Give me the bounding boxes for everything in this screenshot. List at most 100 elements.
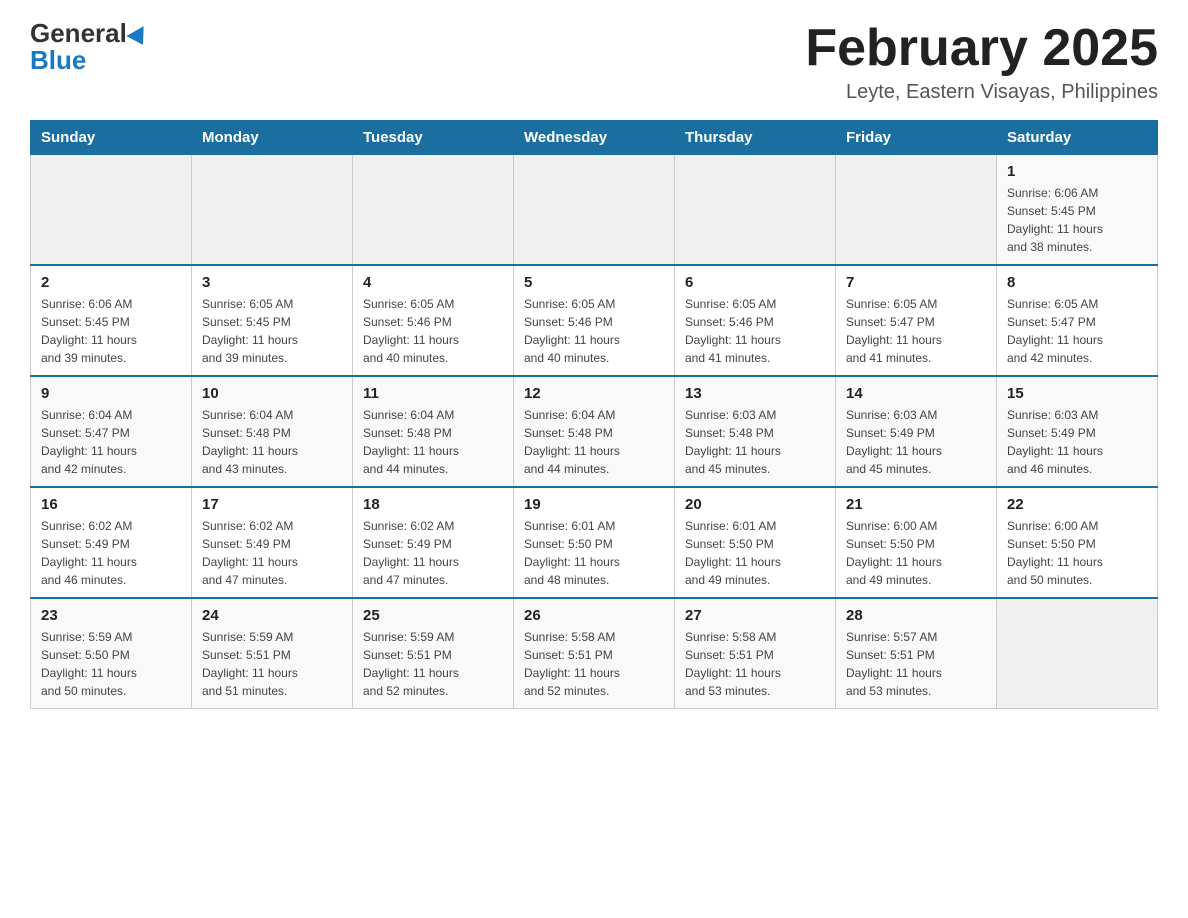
day-number: 8 — [1007, 274, 1147, 291]
day-info: Sunrise: 6:05 AM Sunset: 5:47 PM Dayligh… — [846, 295, 986, 367]
calendar-week-row: 2 Sunrise: 6:06 AM Sunset: 5:45 PM Daylig… — [31, 265, 1158, 376]
day-number: 9 — [41, 385, 181, 402]
calendar-cell: 17 Sunrise: 6:02 AM Sunset: 5:49 PM Dayli… — [192, 487, 353, 598]
day-number: 11 — [363, 385, 503, 402]
calendar-cell — [997, 598, 1158, 709]
calendar-cell: 4 Sunrise: 6:05 AM Sunset: 5:46 PM Daylig… — [353, 265, 514, 376]
day-number: 20 — [685, 496, 825, 513]
day-number: 5 — [524, 274, 664, 291]
day-info: Sunrise: 6:00 AM Sunset: 5:50 PM Dayligh… — [1007, 517, 1147, 589]
month-title: February 2025 — [805, 20, 1158, 77]
logo-triangle-icon — [126, 26, 151, 50]
calendar-cell: 6 Sunrise: 6:05 AM Sunset: 5:46 PM Daylig… — [675, 265, 836, 376]
day-info: Sunrise: 6:05 AM Sunset: 5:46 PM Dayligh… — [524, 295, 664, 367]
calendar-cell — [353, 155, 514, 266]
day-number: 25 — [363, 607, 503, 624]
calendar-cell: 24 Sunrise: 5:59 AM Sunset: 5:51 PM Dayli… — [192, 598, 353, 709]
day-info: Sunrise: 6:04 AM Sunset: 5:48 PM Dayligh… — [202, 406, 342, 478]
calendar-cell: 5 Sunrise: 6:05 AM Sunset: 5:46 PM Daylig… — [514, 265, 675, 376]
calendar-cell: 21Sunrise: 6:00 AM Sunset: 5:50 PM Dayli… — [836, 487, 997, 598]
calendar-cell: 16 Sunrise: 6:02 AM Sunset: 5:49 PM Dayli… — [31, 487, 192, 598]
calendar-cell: 12 Sunrise: 6:04 AM Sunset: 5:48 PM Dayli… — [514, 376, 675, 487]
calendar-cell: 14 Sunrise: 6:03 AM Sunset: 5:49 PM Dayli… — [836, 376, 997, 487]
day-number: 2 — [41, 274, 181, 291]
day-number: 16 — [41, 496, 181, 513]
day-info: Sunrise: 6:06 AM Sunset: 5:45 PM Dayligh… — [1007, 184, 1147, 256]
day-info: Sunrise: 6:02 AM Sunset: 5:49 PM Dayligh… — [41, 517, 181, 589]
day-number: 1 — [1007, 163, 1147, 180]
day-info: Sunrise: 6:05 AM Sunset: 5:46 PM Dayligh… — [363, 295, 503, 367]
day-number: 13 — [685, 385, 825, 402]
weekday-header-saturday: Saturday — [997, 121, 1158, 155]
day-info: Sunrise: 5:57 AM Sunset: 5:51 PM Dayligh… — [846, 628, 986, 700]
calendar-cell: 3 Sunrise: 6:05 AM Sunset: 5:45 PM Daylig… — [192, 265, 353, 376]
calendar-cell: 28 Sunrise: 5:57 AM Sunset: 5:51 PM Dayli… — [836, 598, 997, 709]
logo-blue-line: Blue — [30, 47, 86, 74]
day-number: 22 — [1007, 496, 1147, 513]
day-number: 12 — [524, 385, 664, 402]
logo-general-line: General — [30, 20, 149, 47]
calendar-week-row: 16 Sunrise: 6:02 AM Sunset: 5:49 PM Dayli… — [31, 487, 1158, 598]
day-info: Sunrise: 6:04 AM Sunset: 5:47 PM Dayligh… — [41, 406, 181, 478]
calendar-week-row: 9 Sunrise: 6:04 AM Sunset: 5:47 PM Daylig… — [31, 376, 1158, 487]
weekday-header-monday: Monday — [192, 121, 353, 155]
calendar-cell: 2 Sunrise: 6:06 AM Sunset: 5:45 PM Daylig… — [31, 265, 192, 376]
calendar-cell: 11Sunrise: 6:04 AM Sunset: 5:48 PM Dayli… — [353, 376, 514, 487]
day-info: Sunrise: 6:01 AM Sunset: 5:50 PM Dayligh… — [524, 517, 664, 589]
calendar-cell: 19 Sunrise: 6:01 AM Sunset: 5:50 PM Dayli… — [514, 487, 675, 598]
day-info: Sunrise: 6:03 AM Sunset: 5:49 PM Dayligh… — [1007, 406, 1147, 478]
day-info: Sunrise: 6:06 AM Sunset: 5:45 PM Dayligh… — [41, 295, 181, 367]
day-info: Sunrise: 6:02 AM Sunset: 5:49 PM Dayligh… — [202, 517, 342, 589]
day-number: 21 — [846, 496, 986, 513]
calendar-table: SundayMondayTuesdayWednesdayThursdayFrid… — [30, 120, 1158, 709]
calendar-cell: 15 Sunrise: 6:03 AM Sunset: 5:49 PM Dayli… — [997, 376, 1158, 487]
day-number: 24 — [202, 607, 342, 624]
day-number: 23 — [41, 607, 181, 624]
day-info: Sunrise: 6:05 AM Sunset: 5:46 PM Dayligh… — [685, 295, 825, 367]
day-info: Sunrise: 5:59 AM Sunset: 5:50 PM Dayligh… — [41, 628, 181, 700]
calendar-week-row: 1 Sunrise: 6:06 AM Sunset: 5:45 PM Daylig… — [31, 155, 1158, 266]
day-info: Sunrise: 6:03 AM Sunset: 5:48 PM Dayligh… — [685, 406, 825, 478]
day-number: 14 — [846, 385, 986, 402]
calendar-cell: 7 Sunrise: 6:05 AM Sunset: 5:47 PM Daylig… — [836, 265, 997, 376]
day-info: Sunrise: 6:05 AM Sunset: 5:45 PM Dayligh… — [202, 295, 342, 367]
day-number: 3 — [202, 274, 342, 291]
day-number: 19 — [524, 496, 664, 513]
day-number: 4 — [363, 274, 503, 291]
calendar-cell: 27 Sunrise: 5:58 AM Sunset: 5:51 PM Dayli… — [675, 598, 836, 709]
day-info: Sunrise: 6:04 AM Sunset: 5:48 PM Dayligh… — [524, 406, 664, 478]
day-number: 7 — [846, 274, 986, 291]
day-number: 28 — [846, 607, 986, 624]
logo: General Blue — [30, 20, 149, 74]
page-header: General Blue February 2025 Leyte, Easter… — [30, 20, 1158, 104]
calendar-cell: 23 Sunrise: 5:59 AM Sunset: 5:50 PM Dayli… — [31, 598, 192, 709]
day-number: 6 — [685, 274, 825, 291]
day-number: 17 — [202, 496, 342, 513]
day-info: Sunrise: 5:58 AM Sunset: 5:51 PM Dayligh… — [685, 628, 825, 700]
weekday-header-sunday: Sunday — [31, 121, 192, 155]
calendar-cell — [31, 155, 192, 266]
day-number: 15 — [1007, 385, 1147, 402]
calendar-cell: 22 Sunrise: 6:00 AM Sunset: 5:50 PM Dayli… — [997, 487, 1158, 598]
day-info: Sunrise: 5:59 AM Sunset: 5:51 PM Dayligh… — [363, 628, 503, 700]
calendar-cell: 1 Sunrise: 6:06 AM Sunset: 5:45 PM Daylig… — [997, 155, 1158, 266]
calendar-cell — [836, 155, 997, 266]
location-title: Leyte, Eastern Visayas, Philippines — [805, 81, 1158, 104]
calendar-cell: 25 Sunrise: 5:59 AM Sunset: 5:51 PM Dayli… — [353, 598, 514, 709]
calendar-cell — [192, 155, 353, 266]
day-number: 18 — [363, 496, 503, 513]
calendar-cell: 9 Sunrise: 6:04 AM Sunset: 5:47 PM Daylig… — [31, 376, 192, 487]
day-number: 27 — [685, 607, 825, 624]
logo-general-text: General — [30, 18, 127, 48]
weekday-header-row: SundayMondayTuesdayWednesdayThursdayFrid… — [31, 121, 1158, 155]
day-info: Sunrise: 6:02 AM Sunset: 5:49 PM Dayligh… — [363, 517, 503, 589]
calendar-cell: 26Sunrise: 5:58 AM Sunset: 5:51 PM Dayli… — [514, 598, 675, 709]
weekday-header-friday: Friday — [836, 121, 997, 155]
day-info: Sunrise: 6:03 AM Sunset: 5:49 PM Dayligh… — [846, 406, 986, 478]
day-info: Sunrise: 5:59 AM Sunset: 5:51 PM Dayligh… — [202, 628, 342, 700]
day-number: 26 — [524, 607, 664, 624]
calendar-cell: 13 Sunrise: 6:03 AM Sunset: 5:48 PM Dayli… — [675, 376, 836, 487]
calendar-cell — [514, 155, 675, 266]
calendar-cell: 10Sunrise: 6:04 AM Sunset: 5:48 PM Dayli… — [192, 376, 353, 487]
logo-blue-text: Blue — [30, 45, 86, 75]
